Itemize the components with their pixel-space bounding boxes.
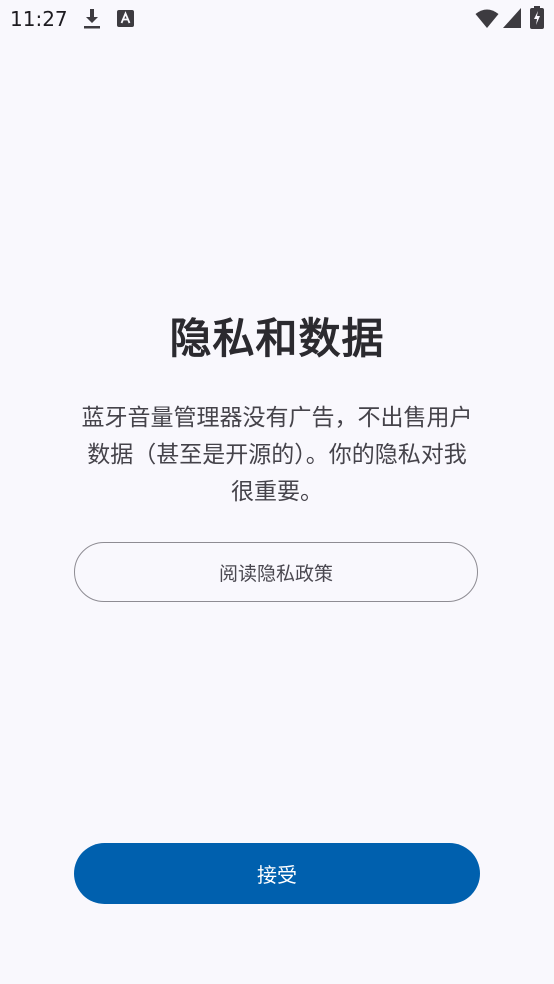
status-time: 11:27 bbox=[10, 7, 68, 31]
accept-button[interactable]: 接受 bbox=[74, 843, 480, 904]
read-privacy-policy-label: 阅读隐私政策 bbox=[218, 562, 333, 585]
battery-charging-icon bbox=[530, 6, 544, 29]
wifi-icon bbox=[475, 9, 499, 28]
privacy-screen: 11:27 隐私和数据 蓝牙音量管理器没有广告，不出售用户数据（甚至是开源的）。… bbox=[0, 0, 554, 984]
accept-label: 接受 bbox=[257, 863, 297, 887]
download-icon bbox=[84, 9, 100, 29]
keyboard-a-icon bbox=[117, 10, 134, 27]
read-privacy-policy-button[interactable]: 阅读隐私政策 bbox=[74, 542, 478, 602]
signal-icon bbox=[503, 8, 521, 28]
privacy-description: 蓝牙音量管理器没有广告，不出售用户数据（甚至是开源的）。你的隐私对我很重要。 bbox=[81, 405, 473, 505]
status-bar: 11:27 bbox=[0, 0, 554, 38]
page-title: 隐私和数据 bbox=[169, 314, 385, 363]
